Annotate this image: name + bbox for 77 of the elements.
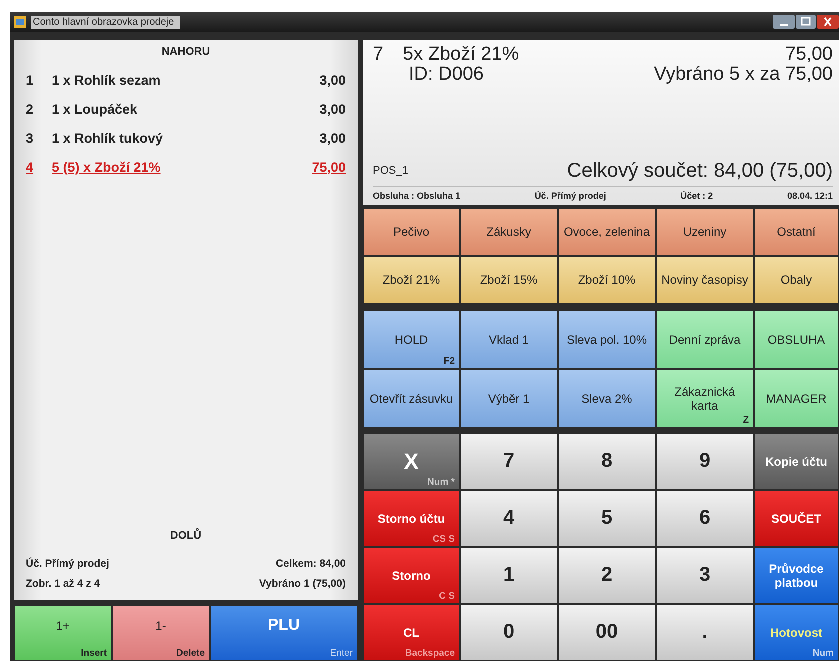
pos-button[interactable]: Kopie účtu: [754, 433, 839, 490]
pos-button[interactable]: Storno C S: [363, 547, 460, 604]
pos-label: POS_1: [373, 164, 408, 179]
pos-button[interactable]: Sleva pol. 10%: [558, 310, 656, 369]
pos-button[interactable]: MANAGER: [754, 369, 839, 428]
pos-button[interactable]: Uzeniny: [656, 208, 754, 256]
pos-button[interactable]: 6: [656, 490, 754, 547]
shown-count: Zobr. 1 až 4 z 4: [26, 578, 100, 590]
action-button[interactable]: 1+ Insert: [14, 605, 112, 661]
action-button[interactable]: 1- Delete: [112, 605, 210, 661]
status-text: Úč. Přímý prodej: [534, 191, 606, 201]
close-icon[interactable]: [817, 15, 839, 29]
pos-button[interactable]: Vklad 1: [460, 310, 558, 369]
action-button[interactable]: PLU Enter: [210, 605, 358, 661]
pos-button[interactable]: 4: [460, 490, 558, 547]
pos-button[interactable]: 3: [656, 547, 754, 604]
pos-button[interactable]: Pečivo: [363, 208, 460, 256]
window-title: Conto hlavní obrazovka prodeje: [31, 16, 180, 28]
pos-button[interactable]: Otevřít zásuvku: [363, 369, 460, 428]
item-text[interactable]: 1 x Rohlík tukový: [52, 131, 320, 146]
pos-button[interactable]: Sleva 2%: [558, 369, 656, 428]
pos-button[interactable]: Obaly: [754, 256, 839, 304]
pos-button[interactable]: 1: [460, 547, 558, 604]
app-icon: [14, 16, 26, 28]
pos-button[interactable]: 00: [558, 604, 656, 661]
item-text: 5x Zboží 21%: [403, 45, 520, 65]
pos-button[interactable]: 5: [558, 490, 656, 547]
account-label: Úč. Přímý prodej: [26, 558, 110, 570]
pos-button[interactable]: Průvodce platbou: [754, 547, 839, 604]
grand-total: Celkový součet: 84,00 (75,00): [567, 161, 833, 181]
item-price: 3,00: [320, 73, 346, 88]
item-text[interactable]: 5 (5) x Zboží 21%: [52, 160, 312, 175]
pos-button[interactable]: 9: [656, 433, 754, 490]
item-text[interactable]: 1 x Loupáček: [52, 102, 320, 117]
line-number: 3: [26, 131, 35, 146]
pos-button[interactable]: Noviny časopisy: [656, 256, 754, 304]
pos-button[interactable]: Ostatní: [754, 208, 839, 256]
scroll-up-button[interactable]: NAHORU: [26, 44, 346, 66]
item-price: 3,00: [320, 131, 346, 146]
pos-button[interactable]: 7: [460, 433, 558, 490]
pos-button[interactable]: Storno účtu CS S: [363, 490, 460, 547]
total-label: Celkem: 84,00: [276, 558, 346, 570]
line-number: 2: [26, 102, 35, 117]
pos-button[interactable]: HOLD F2: [363, 310, 460, 369]
pos-button[interactable]: 2: [558, 547, 656, 604]
item-text[interactable]: 1 x Rohlík sezam: [52, 73, 320, 88]
line-number: 1: [26, 73, 35, 88]
pos-button[interactable]: Zákusky: [460, 208, 558, 256]
status-text: Účet : 2: [680, 191, 714, 201]
line-number: 4: [26, 160, 35, 175]
selected-summary: Vybráno 1 (75,00): [259, 578, 346, 590]
pos-button[interactable]: Hotovost Num: [754, 604, 839, 661]
status-text: 08.04. 12:1: [787, 191, 833, 201]
amount-text: 75,00: [785, 45, 833, 65]
pos-button[interactable]: .: [656, 604, 754, 661]
pos-button[interactable]: 0: [460, 604, 558, 661]
pos-button[interactable]: Zboží 21%: [363, 256, 460, 304]
pos-button[interactable]: Zboží 10%: [558, 256, 656, 304]
item-price: 3,00: [320, 102, 346, 117]
item-id: ID: D006: [408, 65, 485, 85]
selection-text: Vybráno 5 x za 75,00: [654, 65, 833, 85]
pos-button[interactable]: 8: [558, 433, 656, 490]
pos-button[interactable]: CL Backspace: [363, 604, 460, 661]
pos-button[interactable]: Denní zpráva: [656, 310, 754, 369]
maximize-icon[interactable]: [796, 15, 816, 29]
pos-button[interactable]: Zákaznická karta Z: [656, 369, 754, 428]
pos-button[interactable]: Zboží 15%: [460, 256, 558, 304]
pos-button[interactable]: Výběr 1: [460, 369, 558, 428]
pos-button[interactable]: X Num *: [363, 433, 460, 490]
line-number: 7: [373, 45, 385, 65]
minimize-icon[interactable]: [773, 15, 795, 29]
pos-button[interactable]: OBSLUHA: [754, 310, 839, 369]
scroll-down-button[interactable]: DOLŮ: [26, 530, 346, 554]
item-price: 75,00: [312, 160, 346, 175]
status-text: Obsluha : Obsluha 1: [373, 191, 461, 201]
pos-button[interactable]: SOUČET: [754, 490, 839, 547]
pos-button[interactable]: Ovoce, zelenina: [558, 208, 656, 256]
